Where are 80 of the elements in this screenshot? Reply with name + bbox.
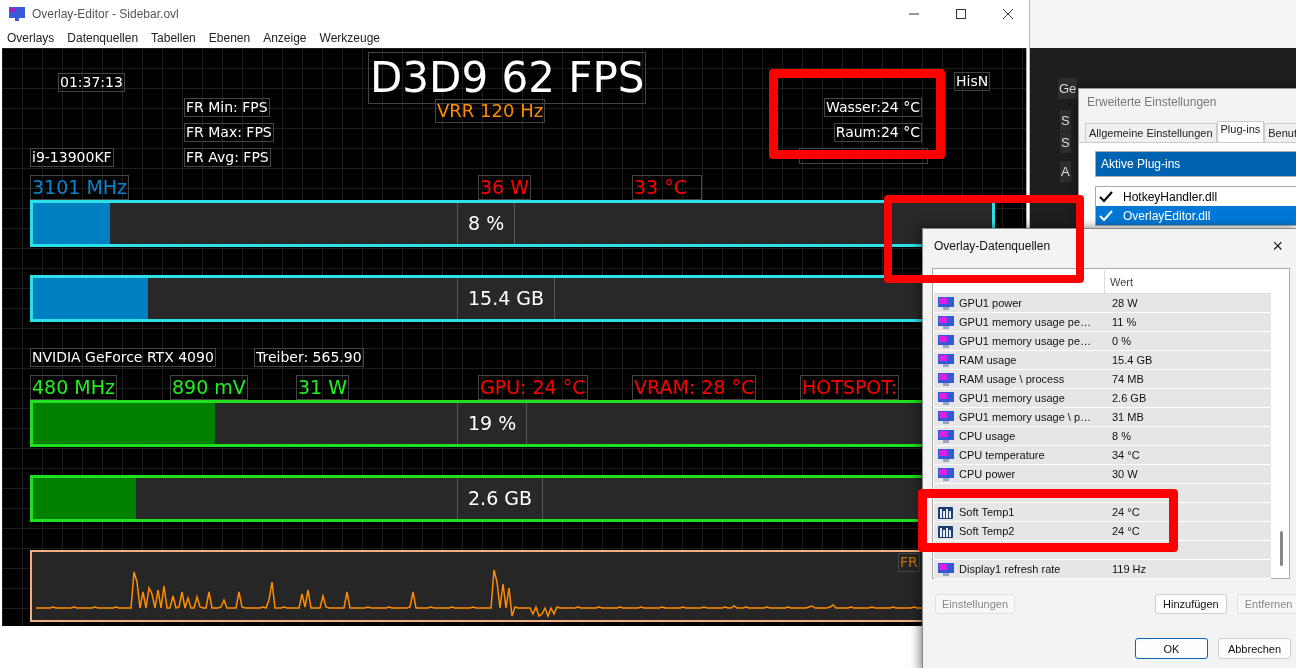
scrollbar-thumb[interactable] bbox=[1280, 531, 1283, 566]
list-row[interactable]: GPU1 memory usage pe… 11 % bbox=[934, 313, 1271, 332]
dialog-title: Erweiterte Einstellungen bbox=[1086, 94, 1218, 111]
panel-label: S bbox=[1060, 132, 1071, 153]
list-row[interactable]: Display1 refresh rate 119 Hz bbox=[934, 560, 1271, 579]
monitor-icon bbox=[937, 333, 955, 349]
list-row[interactable]: GPU1 power 28 W bbox=[934, 294, 1271, 313]
gpu-name-label: NVIDIA GeForce RTX 4090 bbox=[30, 348, 216, 367]
list-row[interactable]: RAM usage \ process 74 MB bbox=[934, 370, 1271, 389]
menu-item[interactable]: Werkzeuge bbox=[315, 31, 385, 45]
monitor-icon bbox=[937, 390, 955, 406]
monitor-icon bbox=[937, 371, 955, 387]
monitor-icon bbox=[937, 314, 955, 330]
window-title: Overlay-Editor - Sidebar.ovl bbox=[32, 7, 179, 21]
monitor-icon bbox=[937, 447, 955, 463]
frame-stat-label: FR Max: FPS bbox=[184, 123, 274, 142]
monitor-icon bbox=[937, 295, 955, 311]
plugin-item[interactable]: OverlayEditor.dll bbox=[1096, 206, 1296, 225]
section-header: Aktive Plug-ins bbox=[1095, 151, 1296, 177]
ok-button[interactable]: OK bbox=[1135, 638, 1208, 659]
tab[interactable]: Allgemeine Einstellungen bbox=[1085, 123, 1217, 142]
sensor-reading: 31 W bbox=[296, 375, 349, 400]
monitor-icon bbox=[937, 428, 955, 444]
frame-stat-label: FR Avg: FPS bbox=[184, 148, 271, 167]
driver-label: Treiber: 565.90 bbox=[254, 348, 364, 367]
list-row[interactable]: GPU1 memory usage 2.6 GB bbox=[934, 389, 1271, 408]
sensor-label: Raum:24 °C bbox=[833, 123, 922, 142]
bar-reading: 8 % bbox=[457, 203, 516, 244]
bar-reading: 2.6 GB bbox=[457, 478, 543, 519]
sensor-reading: 36 W bbox=[478, 175, 531, 200]
meter-icon bbox=[937, 504, 955, 520]
fps-label: D3D9 62 FPS bbox=[368, 52, 647, 105]
panel-label: Ge bbox=[1058, 78, 1078, 99]
monitor-icon bbox=[937, 561, 955, 577]
menu-item[interactable]: Ebenen bbox=[204, 31, 256, 45]
cancel-button[interactable]: Abbrechen bbox=[1218, 638, 1291, 659]
list-row[interactable]: CPU power 30 W bbox=[934, 465, 1271, 484]
dialog-button[interactable]: Hinzufügen bbox=[1155, 594, 1227, 614]
sensor-label: Wasser:24 °C bbox=[824, 98, 922, 117]
monitor-icon bbox=[937, 466, 955, 482]
list-row[interactable]: GPU1 memory usage \ p… 31 MB bbox=[934, 408, 1271, 427]
frame-stat-label: FR Min: FPS bbox=[184, 98, 270, 117]
plugin-item[interactable]: HotkeyHandler.dll bbox=[1096, 187, 1296, 206]
meter-icon bbox=[937, 523, 955, 539]
graph-label: FR bbox=[898, 553, 920, 572]
column-header[interactable]: Wert bbox=[1105, 275, 1134, 288]
maximize-icon[interactable] bbox=[956, 9, 966, 19]
list-row[interactable]: CPU temperature 34 °C bbox=[934, 446, 1271, 465]
tab[interactable]: Plug-ins bbox=[1216, 121, 1265, 142]
menu-item[interactable]: Overlays bbox=[3, 31, 60, 45]
clock-label: 01:37:13 bbox=[58, 73, 125, 92]
cpu-name-label: i9-13900KF bbox=[30, 148, 114, 167]
dialog-title: Overlay-Datenquellen bbox=[934, 239, 1051, 253]
list-row[interactable]: Soft Temp1 24 °C bbox=[934, 503, 1271, 522]
sensor-reading: 3101 MHz bbox=[30, 175, 130, 200]
refresh-rate-label: VRR 120 Hz bbox=[435, 99, 546, 123]
sensor-reading: VRAM: 28 °C bbox=[632, 375, 757, 400]
bar-reading: 15.4 GB bbox=[457, 278, 556, 319]
menu-item[interactable]: Datenquellen bbox=[63, 31, 144, 45]
close-icon[interactable] bbox=[1003, 9, 1013, 19]
sensor-reading: HOTSPOT: bbox=[800, 375, 900, 400]
sensor-reading: GPU: 24 °C bbox=[478, 375, 588, 400]
panel-label: A bbox=[1060, 161, 1071, 182]
author-label: HisN bbox=[954, 72, 991, 91]
monitor-icon bbox=[937, 352, 955, 368]
sensor-reading: 480 MHz bbox=[30, 375, 117, 400]
menu-item[interactable]: Tabellen bbox=[147, 31, 201, 45]
list-row[interactable]: CPU usage 8 % bbox=[934, 427, 1271, 446]
list-row[interactable]: GPU1 memory usage pe… 0 % bbox=[934, 332, 1271, 351]
panel-label: S bbox=[1060, 110, 1071, 131]
menu-item[interactable]: Anzeige bbox=[259, 31, 312, 45]
sensor-reading: 890 mV bbox=[170, 375, 248, 400]
list-row[interactable]: Soft Temp2 24 °C bbox=[934, 522, 1271, 541]
close-button[interactable]: × bbox=[1272, 235, 1283, 257]
list-row[interactable]: RAM usage 15.4 GB bbox=[934, 351, 1271, 370]
bar-reading: 19 % bbox=[457, 403, 528, 444]
tab[interactable]: Benut bbox=[1264, 123, 1296, 142]
monitor-icon bbox=[937, 409, 955, 425]
sensor-reading: 33 °C bbox=[632, 175, 702, 200]
app-icon bbox=[9, 7, 25, 21]
